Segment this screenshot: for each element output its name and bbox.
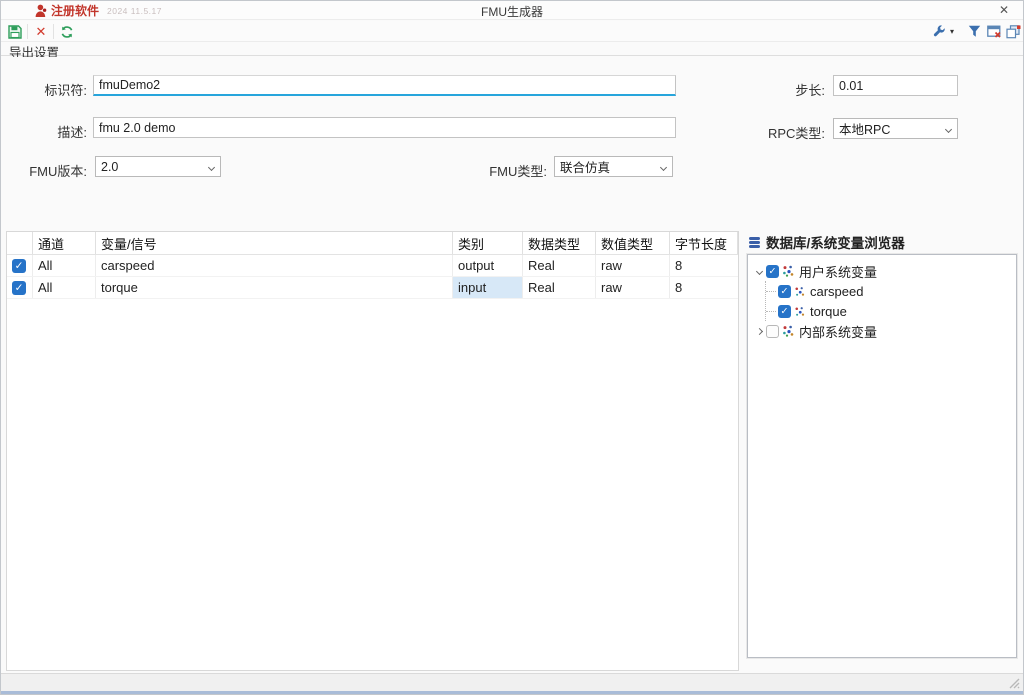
refresh-icon: [60, 25, 74, 39]
copy-icon: [1006, 25, 1021, 39]
expander-toggle[interactable]: [752, 269, 766, 274]
rpc-type-label: RPC类型:: [747, 123, 825, 142]
fmu-type-value: 联合仿真: [560, 157, 610, 176]
row-checkbox[interactable]: ✓: [12, 281, 26, 295]
export-settings-form: 标识符: 步长: 描述: RPC类型: 本地RPC FMU版本: 2.0 FMU…: [1, 57, 1023, 229]
row-checkbox-cell: ✓: [7, 277, 33, 298]
table-row[interactable]: ✓ All torque input Real raw 8: [7, 277, 738, 299]
expander-toggle[interactable]: [752, 329, 766, 334]
tree-item-label: 内部系统变量: [799, 322, 877, 341]
rpc-type-select[interactable]: 本地RPC: [833, 118, 958, 139]
tree-item-label: 用户系统变量: [799, 262, 877, 281]
cell-category: output: [453, 255, 523, 276]
tree-checkbox[interactable]: ✓: [778, 285, 791, 298]
window-bottom-edge: [1, 691, 1023, 695]
chevron-down-icon: [755, 267, 762, 274]
tree-children: ✓ carspeed ✓: [765, 281, 1012, 321]
window-title: FMU生成器: [1, 3, 1023, 20]
variable-icon: [794, 306, 805, 317]
column-header-category[interactable]: 类别: [453, 232, 523, 254]
tools-dropdown-button[interactable]: ▾: [946, 23, 958, 40]
cell-value-type: raw: [596, 255, 670, 276]
step-label: 步长:: [757, 80, 825, 99]
description-label: 描述:: [11, 122, 87, 141]
fmu-type-select[interactable]: 联合仿真: [554, 156, 673, 177]
tree-item-label: carspeed: [810, 284, 863, 299]
status-bar: [1, 673, 1023, 691]
row-checkbox[interactable]: ✓: [12, 259, 26, 273]
cell-data-type: Real: [523, 277, 596, 298]
variable-icon: [794, 286, 805, 297]
chevron-down-icon: ▾: [950, 27, 954, 36]
column-header-channel[interactable]: 通道: [33, 232, 96, 254]
column-header-byte-length[interactable]: 字节长度: [670, 232, 738, 254]
close-button[interactable]: ✕: [995, 2, 1013, 18]
identifier-label: 标识符:: [11, 80, 87, 99]
database-icon: [748, 236, 761, 249]
header-checkbox-cell: [7, 232, 33, 254]
cell-channel: All: [33, 255, 96, 276]
resize-grip[interactable]: [1008, 677, 1020, 689]
chevron-down-icon: [208, 164, 215, 171]
dock-header: 导出设置: [1, 42, 1023, 56]
tree-item-internal-variables[interactable]: ✓ 内部系统变量: [752, 321, 1012, 341]
filter-button[interactable]: [965, 23, 983, 40]
tree-item-carspeed[interactable]: ✓ carspeed: [766, 281, 1012, 301]
tree-connector: [766, 291, 776, 292]
step-input[interactable]: [833, 75, 958, 96]
variable-group-icon: [782, 325, 794, 337]
tree-item-user-variables[interactable]: ✓ 用户系统变量: [752, 261, 1012, 281]
tree-connector: [766, 311, 776, 312]
refresh-button[interactable]: [58, 23, 76, 40]
table-header-row: 通道 变量/信号 类别 数据类型 数值类型 字节长度: [7, 232, 738, 255]
column-header-data-type[interactable]: 数据类型: [523, 232, 596, 254]
toolbar-separator: [53, 24, 54, 39]
tree-item-label: torque: [810, 304, 847, 319]
cell-data-type: Real: [523, 255, 596, 276]
chevron-down-icon: [660, 164, 667, 171]
fmu-type-label: FMU类型:: [471, 161, 547, 180]
variables-table: 通道 变量/信号 类别 数据类型 数值类型 字节长度 ✓ All carspee…: [6, 231, 739, 671]
tree-checkbox[interactable]: ✓: [766, 265, 779, 278]
cell-channel: All: [33, 277, 96, 298]
copy-button[interactable]: [1004, 23, 1022, 40]
tree-checkbox[interactable]: ✓: [766, 325, 779, 338]
remove-view-button[interactable]: [985, 23, 1003, 40]
variable-group-icon: [782, 265, 794, 277]
tree-item-torque[interactable]: ✓ torque: [766, 301, 1012, 321]
fmu-version-select[interactable]: 2.0: [95, 156, 221, 177]
save-button[interactable]: [6, 23, 24, 40]
toolbar: ✕ ▾: [1, 21, 1023, 42]
titlebar: 注册软件 2024 11.5.17 FMU生成器 ✕: [1, 1, 1023, 20]
chevron-down-icon: [945, 126, 952, 133]
cell-byte-length: 8: [670, 255, 738, 276]
filter-icon: [968, 25, 981, 38]
fmu-version-value: 2.0: [101, 160, 118, 174]
identifier-input[interactable]: [93, 75, 676, 96]
rpc-type-value: 本地RPC: [839, 119, 890, 138]
column-header-variable[interactable]: 变量/信号: [96, 232, 453, 254]
description-input[interactable]: [93, 117, 676, 138]
toolbar-separator: [27, 24, 28, 39]
delete-button[interactable]: ✕: [32, 23, 50, 40]
wrench-icon: [932, 25, 946, 39]
chevron-right-icon: [755, 327, 762, 334]
cell-byte-length: 8: [670, 277, 738, 298]
save-icon: [8, 25, 22, 39]
delete-icon: ✕: [36, 25, 47, 38]
row-checkbox-cell: ✓: [7, 255, 33, 276]
variable-browser-header: 数据库/系统变量浏览器: [748, 232, 1017, 252]
fmu-version-label: FMU版本:: [11, 161, 87, 180]
variable-browser-title: 数据库/系统变量浏览器: [766, 232, 905, 252]
cell-category-selected: input: [453, 277, 523, 298]
cell-variable: carspeed: [96, 255, 453, 276]
fmu-generator-window: 注册软件 2024 11.5.17 FMU生成器 ✕ ✕: [0, 0, 1024, 695]
table-row[interactable]: ✓ All carspeed output Real raw 8: [7, 255, 738, 277]
cell-value-type: raw: [596, 277, 670, 298]
variable-tree: ✓ 用户系统变量 ✓: [747, 254, 1017, 658]
column-header-value-type[interactable]: 数值类型: [596, 232, 670, 254]
tree-checkbox[interactable]: ✓: [778, 305, 791, 318]
cell-variable: torque: [96, 277, 453, 298]
remove-view-icon: [987, 25, 1002, 39]
